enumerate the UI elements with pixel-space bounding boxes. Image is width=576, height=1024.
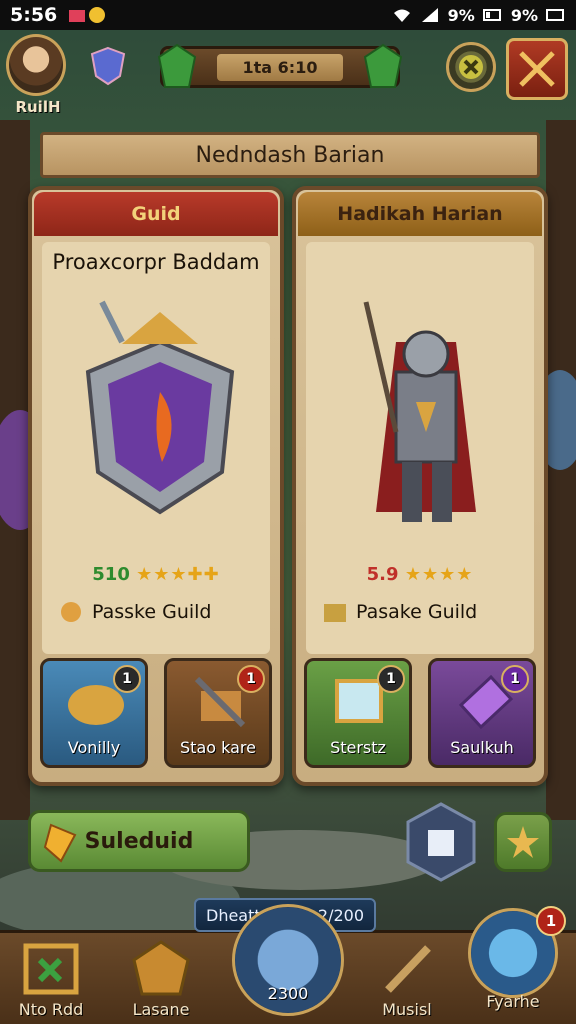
battery-icon-2 [546,9,564,21]
green-gem-icon [363,43,403,88]
guild-line: Pasake Guild [322,600,534,624]
reward-item[interactable]: 1 Stao kare [164,658,272,768]
star-button[interactable] [494,812,552,872]
nav-label: Lasane [132,1000,190,1019]
schedule-button[interactable]: Suleduid [28,810,250,872]
star-icon [507,826,539,858]
item-label: Vonilly [67,738,121,757]
close-icon [459,55,483,79]
nav-label: 2300 [267,984,309,1003]
rating-stars: ★★★★ [404,564,474,585]
nav-label: Musisl [382,1000,432,1019]
card-body: Proaxcorpr Baddam 510 ★★★✚✚ Passke Guild [42,242,270,654]
battery-icon [482,9,501,21]
wifi-icon [393,9,410,22]
reward-items: 1 Vonilly 1 Stao kare [40,658,272,768]
page-title: Nedndash Barian [195,142,385,168]
battery-percent: 9% [447,5,475,25]
flute-icon [385,945,431,993]
schedule-label: Suleduid [84,828,194,854]
reward-items: 1 Sterstz 1 Saulkuh [304,658,536,768]
item-count-badge: 1 [501,665,529,693]
signal-icon [421,8,438,22]
item-label: Saulkuh [450,738,514,757]
guild-shield-icon[interactable] [90,46,126,86]
guild-line: Passke Guild [58,600,270,624]
lightning-scroll-icon [43,823,77,863]
card-body: 5.9 ★★★★ Pasake Guild [306,242,534,654]
guild-card-left[interactable]: Guid Proaxcorpr Baddam 510 ★★★✚✚ Passke … [28,186,284,786]
golden-emblem-icon [132,940,190,996]
nav-item-fyarhe-label: Fyarhe [468,990,558,1020]
nav-item-center-gem[interactable]: 2300 [232,904,344,1016]
page-title-banner: Nedndash Barian [40,132,540,178]
item-count-badge: 1 [377,665,405,693]
crystal-frame-icon [23,943,79,995]
guild-shield-emblem [85,300,235,515]
item-count-badge: 1 [237,665,265,693]
guild-label: Passke Guild [92,601,212,623]
item-label: Sterstz [330,738,386,757]
close-round-button[interactable] [446,42,496,92]
card-header: Guid [34,192,278,236]
player-avatar[interactable] [6,34,66,96]
currency-bar: 1ta 6:10 [157,43,403,88]
crossed-swords-button[interactable] [506,38,568,100]
notification-badge: 1 [536,906,566,936]
item-label: Stao kare [180,738,256,757]
item-count-badge: 1 [113,665,141,693]
top-bar: RuilH 1ta 6:10 [0,32,576,116]
gift-icon [69,10,86,22]
card-header: Hadikah Harian [298,192,542,236]
rating-stars: ★★★✚✚ [136,564,220,585]
currency-value: 1ta 6:10 [216,53,344,81]
battery-percent-2: 9% [510,5,538,25]
crystal-cube-button[interactable] [404,800,478,884]
rating-value: 510 [92,564,130,585]
nav-item-lasane[interactable]: Lasane [116,940,206,1024]
reward-item[interactable]: 1 Vonilly [40,658,148,768]
nav-label: Nto Rdd [18,1000,84,1019]
reward-item[interactable]: 1 Sterstz [304,658,412,768]
player-name: RuilH [15,98,61,116]
reward-item[interactable]: 1 Saulkuh [428,658,536,768]
green-gem-icon [157,43,197,88]
armored-knight-portrait [363,301,476,522]
card-title: Proaxcorpr Baddam [52,250,260,274]
rating-value: 5.9 [366,564,399,585]
nav-item-music[interactable]: Musisl [362,940,452,1024]
status-bar: 5:56 9% 9% [0,0,576,30]
guild-label: Pasake Guild [356,601,478,623]
leaf-icon [61,602,81,622]
crossed-swords-icon [519,51,555,87]
nav-item-heroes[interactable]: Nto Rdd [6,940,96,1024]
coin-icon [89,7,106,23]
card-rating: 510 ★★★✚✚ [42,564,270,585]
hero-card-right[interactable]: Hadikah Harian 5.9 ★★★★ Pasake Guild 1 S… [292,186,548,786]
map-icon [324,604,346,622]
nav-label: Fyarhe [486,992,540,1011]
card-rating: 5.9 ★★★★ [306,564,534,585]
clock: 5:56 [10,4,58,26]
